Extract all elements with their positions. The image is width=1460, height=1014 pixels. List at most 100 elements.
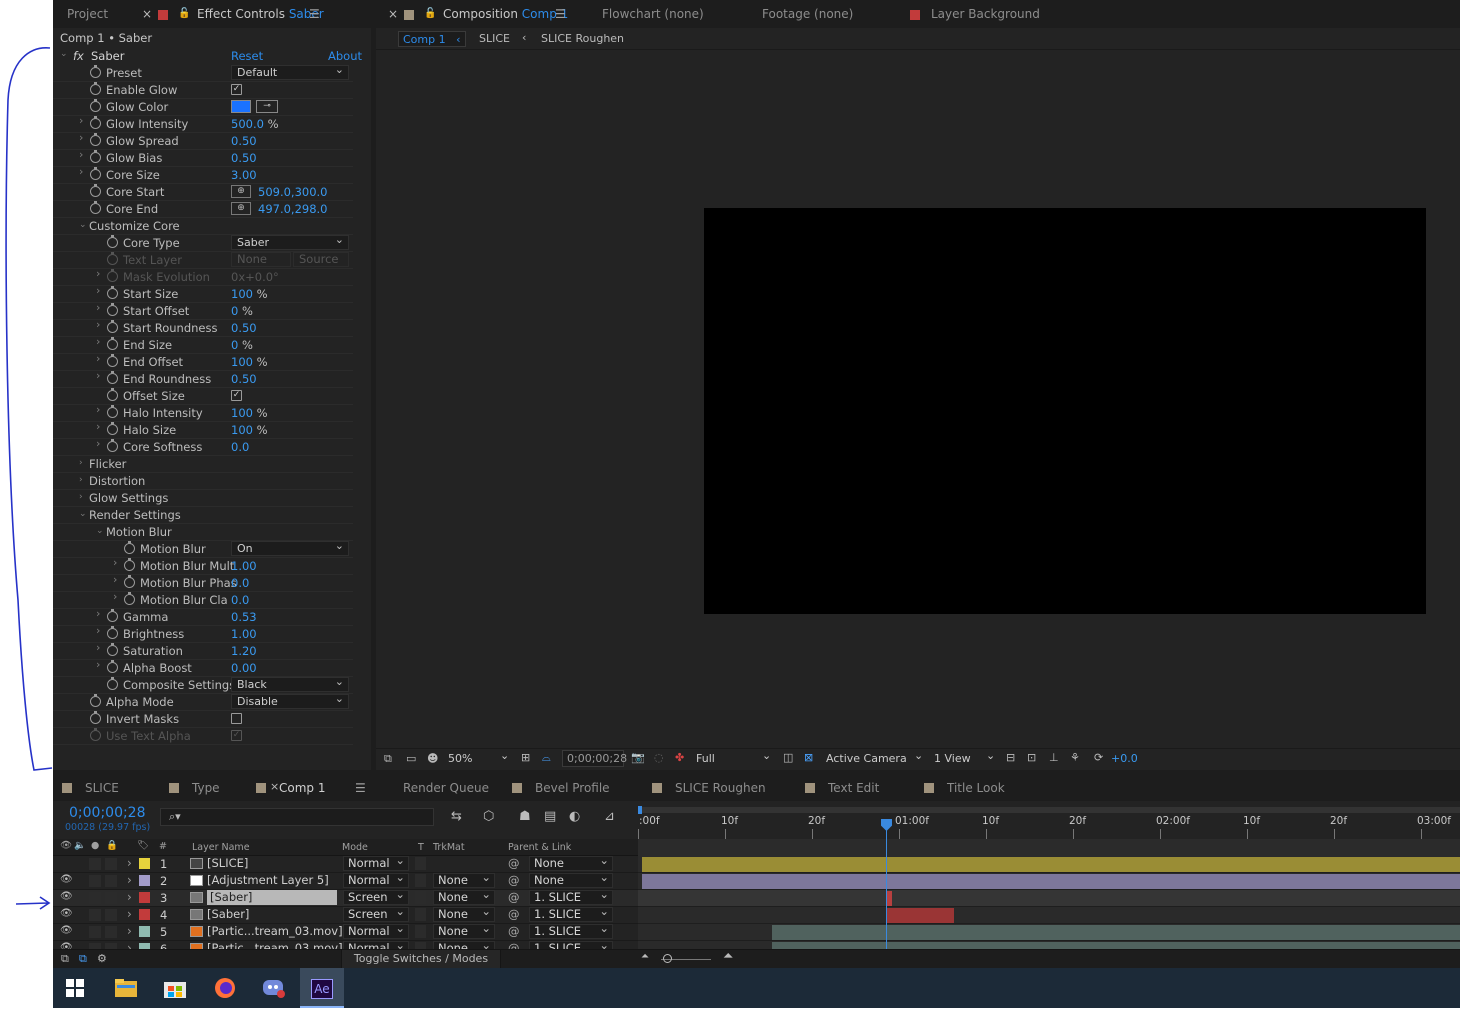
fx-param-row[interactable]: ⌄ Motion Blur — [53, 524, 353, 541]
fx-param-row[interactable]: ⌄ Render Settings — [53, 507, 353, 524]
chevron-right-icon[interactable]: › — [127, 873, 132, 887]
draft-3d-icon[interactable]: ⬡ — [483, 809, 494, 824]
preserve-transparency-toggle[interactable] — [415, 925, 426, 938]
solo-toggle[interactable] — [89, 926, 101, 938]
panel-menu-icon[interactable]: ☰ — [309, 0, 320, 28]
fx-param-row[interactable]: Use Text Alpha ✓ — [53, 728, 353, 745]
grid-icon[interactable]: ⊞ — [521, 751, 530, 764]
stopwatch-icon[interactable] — [107, 677, 118, 690]
stopwatch-icon[interactable] — [107, 320, 118, 333]
col-parent[interactable]: Parent & Link — [508, 842, 571, 853]
pickwhip-icon[interactable]: @ — [508, 907, 520, 921]
param-dropdown[interactable]: Black — [231, 675, 349, 692]
stopwatch-icon[interactable] — [107, 609, 118, 622]
tab-footage[interactable]: Footage (none) — [762, 0, 853, 28]
stopwatch-icon[interactable] — [107, 235, 118, 248]
close-icon[interactable]: × — [142, 0, 152, 28]
layer-bar[interactable] — [642, 874, 1460, 889]
crumb-slice[interactable]: SLICE — [479, 32, 510, 45]
parent-dropdown[interactable]: 1. SLICE — [529, 888, 613, 905]
eye-icon[interactable]: 👁 — [60, 840, 72, 851]
timeline-tab[interactable]: Render Queue — [403, 781, 489, 795]
fx-param-row[interactable]: › Glow Bias 0.50 — [53, 149, 353, 167]
fx-param-row[interactable]: › Glow Intensity 500.0 % — [53, 115, 353, 133]
param-value[interactable]: 100 % — [231, 423, 268, 437]
work-area-start[interactable] — [638, 806, 642, 814]
pickwhip-icon[interactable]: @ — [508, 890, 520, 904]
layer-row[interactable]: 👁 › 4 [Saber] Screen None @1. SLICE — [53, 905, 638, 924]
col-num[interactable]: # — [159, 841, 167, 852]
param-dropdown[interactable]: Saber — [231, 233, 349, 250]
resolution-dropdown[interactable]: Full ⌄ — [696, 749, 772, 767]
chevron-right-icon[interactable]: › — [79, 458, 87, 468]
color-swatch[interactable] — [231, 100, 251, 113]
chevron-down-icon[interactable]: ⌄ — [96, 526, 104, 536]
chevron-right-icon[interactable]: › — [96, 438, 104, 449]
reset-exposure-icon[interactable]: ⟳ — [1094, 751, 1103, 764]
tab-project[interactable]: Project — [67, 0, 108, 28]
col-t[interactable]: T — [418, 842, 424, 853]
chevron-right-icon[interactable]: › — [113, 574, 121, 585]
chevron-right-icon[interactable]: › — [96, 353, 104, 364]
label-tag-icon[interactable]: 🏷 — [137, 840, 149, 851]
layer-name[interactable]: [SLICE] — [207, 856, 337, 871]
transparency-grid-icon[interactable]: ⊠ — [804, 751, 813, 764]
lock-toggle[interactable] — [105, 909, 117, 921]
stopwatch-icon[interactable] — [90, 99, 101, 112]
work-area-bar[interactable] — [638, 807, 1460, 813]
layer-bar[interactable] — [642, 857, 1460, 872]
tab-effect-controls[interactable]: Effect Controls Saber — [197, 0, 324, 28]
param-value[interactable]: 1.20 — [231, 644, 257, 658]
audio-icon[interactable]: 🔈 — [74, 840, 86, 851]
preserve-transparency-toggle[interactable] — [415, 891, 426, 904]
preserve-transparency-toggle[interactable] — [415, 908, 426, 921]
stopwatch-icon[interactable] — [124, 541, 135, 554]
roi-icon[interactable]: ◫ — [783, 751, 793, 764]
stopwatch-icon[interactable] — [90, 65, 101, 78]
stopwatch-icon[interactable] — [124, 575, 135, 588]
pickwhip-icon[interactable]: @ — [508, 856, 520, 870]
timecode-display[interactable]: 0;00;00;28 — [562, 750, 627, 767]
stopwatch-icon[interactable] — [107, 354, 118, 367]
param-checkbox[interactable]: ✓ — [231, 84, 242, 95]
param-value[interactable]: 1.00 — [231, 627, 257, 641]
chevron-down-icon[interactable]: ⌄ — [60, 49, 68, 59]
motion-blur-icon[interactable]: ◐ — [569, 809, 580, 824]
solo-icon[interactable]: ● — [91, 840, 99, 851]
chevron-right-icon[interactable]: › — [96, 625, 104, 636]
stopwatch-icon[interactable] — [107, 252, 118, 265]
param-dropdown[interactable]: Source — [293, 252, 349, 267]
region-icon[interactable]: ▭ — [406, 752, 416, 765]
label-color[interactable] — [139, 909, 150, 920]
comp-mini-flowchart-icon[interactable]: ⇆ — [451, 809, 462, 824]
file-explorer-icon[interactable] — [104, 968, 148, 1008]
stopwatch-icon[interactable] — [90, 150, 101, 163]
param-value[interactable]: 1.00 — [231, 559, 257, 573]
col-trkmat[interactable]: TrkMat — [433, 842, 465, 853]
shy-icon[interactable]: ☗ — [519, 809, 531, 824]
param-value[interactable]: 3.00 — [231, 168, 257, 182]
param-value[interactable]: 0 % — [231, 338, 253, 352]
label-color[interactable] — [139, 858, 150, 869]
lock-icon[interactable]: 🔓 — [178, 0, 190, 28]
preserve-transparency-toggle[interactable] — [415, 857, 426, 870]
chevron-right-icon[interactable]: › — [127, 890, 132, 904]
always-preview-icon[interactable]: ⧉ — [384, 752, 392, 766]
param-checkbox[interactable]: ✓ — [231, 390, 242, 401]
chevron-right-icon[interactable]: › — [79, 149, 87, 160]
windows-start-icon[interactable] — [53, 968, 97, 1008]
fx-param-row[interactable]: › Core Softness 0.0 — [53, 438, 353, 456]
chevron-right-icon[interactable]: › — [127, 856, 132, 870]
chevron-right-icon[interactable]: › — [113, 557, 121, 568]
time-ruler[interactable]: :00f 10f 20f 01:00f 10f 20f 02:00f 10f 20f 03:00f — [638, 805, 1460, 839]
param-value[interactable]: 0.0 — [231, 440, 249, 454]
layer-bar[interactable] — [886, 908, 954, 923]
param-value[interactable]: 0.0 — [231, 576, 249, 590]
toggle-pixel-icon[interactable]: ⊟ — [1006, 751, 1015, 764]
chevron-right-icon[interactable]: › — [79, 115, 87, 126]
camera-icon[interactable]: 📷 — [631, 751, 645, 764]
layer-name[interactable]: [Saber] — [207, 907, 337, 922]
stopwatch-icon[interactable] — [107, 371, 118, 384]
blend-mode-dropdown[interactable]: Normal — [343, 854, 409, 871]
lock-toggle[interactable] — [105, 892, 117, 904]
